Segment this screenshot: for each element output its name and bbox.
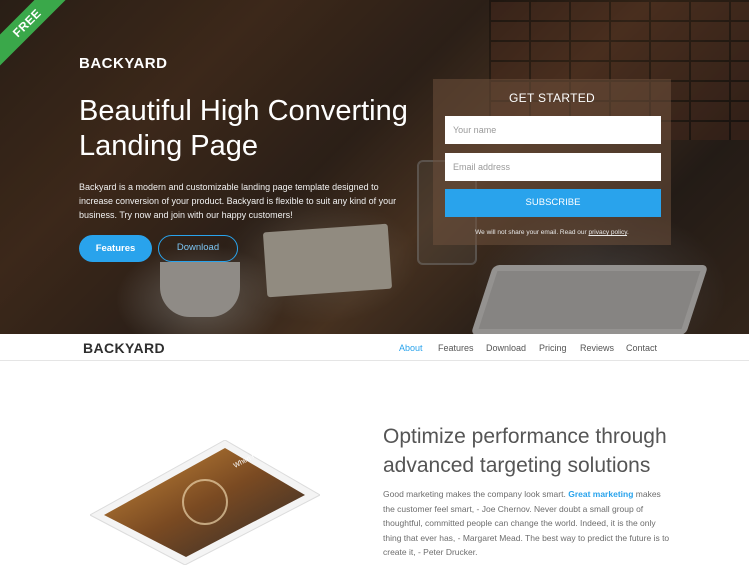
about-text-1: Good marketing makes the company look sm… <box>383 489 569 499</box>
email-input[interactable]: Email address <box>445 153 661 181</box>
signup-form: GET STARTED Your name Email address SUBS… <box>433 79 671 245</box>
hero-logo[interactable]: BACKYARD <box>79 55 167 72</box>
about-text-highlight: Great marketing <box>568 489 634 499</box>
name-input[interactable]: Your name <box>445 116 661 144</box>
hero-lead: Backyard is a modern and customizable la… <box>79 182 397 220</box>
subscribe-button[interactable]: SUBSCRIBE <box>445 189 661 217</box>
nav-logo[interactable]: BACKYARD <box>83 340 165 356</box>
hero-title: Beautiful High Converting Landing Page <box>79 95 408 162</box>
about-text: Good marketing makes the company look sm… <box>383 487 673 560</box>
privacy-note-text: We will not share your email. Read our <box>475 229 589 236</box>
privacy-policy-link[interactable]: privacy policy <box>588 229 627 236</box>
form-title: GET STARTED <box>509 91 595 105</box>
nav-item-pricing[interactable]: Pricing <box>539 343 567 353</box>
tablet-device-image: When I See You <box>90 440 320 565</box>
download-button[interactable]: Download <box>158 235 238 262</box>
hero-section: FREE BACKYARD Beautiful High Converting … <box>0 0 749 334</box>
nav-item-about[interactable]: About <box>399 343 423 353</box>
about-title: Optimize performance through advanced ta… <box>383 425 667 477</box>
nav-item-download[interactable]: Download <box>486 343 526 353</box>
nav-item-reviews[interactable]: Reviews <box>580 343 614 353</box>
nav-item-contact[interactable]: Contact <box>626 343 657 353</box>
features-button[interactable]: Features <box>79 235 152 262</box>
about-text-2: makes the customer feel smart, - Joe Che… <box>383 489 670 557</box>
navbar: BACKYARD About Features Download Pricing… <box>0 334 749 361</box>
privacy-note-end: . <box>627 229 629 236</box>
privacy-note: We will not share your email. Read our p… <box>433 229 671 236</box>
nav-item-features[interactable]: Features <box>438 343 474 353</box>
